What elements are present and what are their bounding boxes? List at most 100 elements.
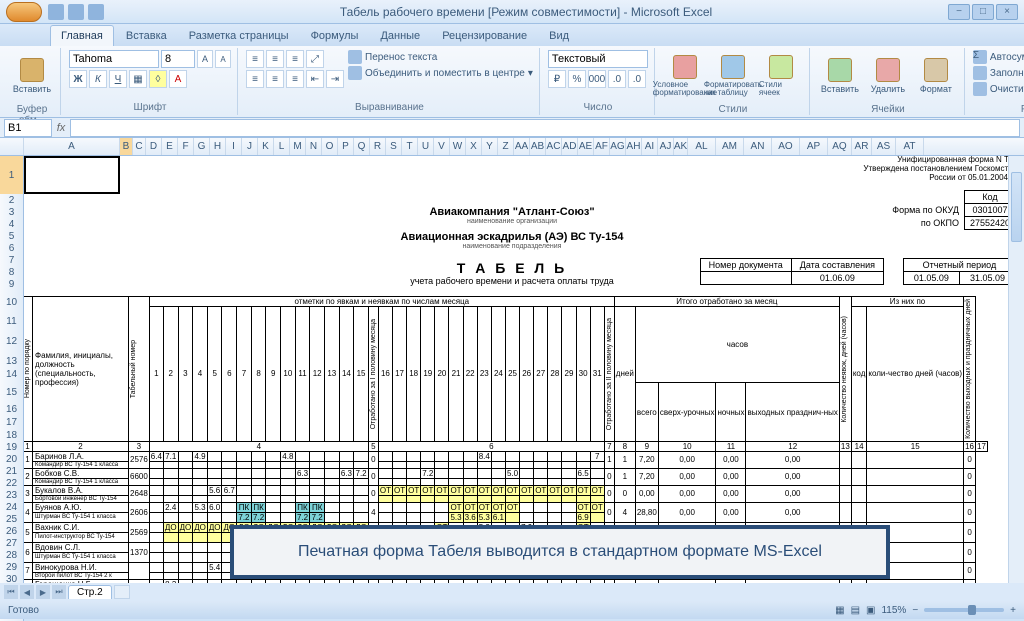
qat-redo-icon[interactable] <box>88 4 104 20</box>
font-color-button[interactable]: A <box>169 70 187 88</box>
col-header-J[interactable]: J <box>242 138 258 155</box>
row-header-27[interactable]: 27 <box>0 537 24 549</box>
row-header-22[interactable]: 22 <box>0 477 24 489</box>
sheet-tab[interactable]: Стр.2 <box>68 585 112 599</box>
delete-cells-button[interactable]: Удалить <box>866 50 910 102</box>
name-box[interactable]: B1 <box>4 119 52 137</box>
office-button[interactable] <box>6 2 42 22</box>
align-left-icon[interactable]: ≡ <box>246 70 264 88</box>
col-header-C[interactable]: C <box>133 138 146 155</box>
ribbon-tab-Данные[interactable]: Данные <box>370 26 430 46</box>
row-header-9[interactable]: 9 <box>0 278 24 290</box>
clear-button[interactable]: Очистить ▾ <box>973 82 1024 96</box>
italic-button[interactable]: К <box>89 70 107 88</box>
new-sheet-button[interactable] <box>114 585 130 599</box>
col-header-AK[interactable]: AK <box>674 138 688 155</box>
orientation-icon[interactable]: ⤢ <box>306 50 324 68</box>
ribbon-tab-Разметка страницы[interactable]: Разметка страницы <box>179 26 299 46</box>
wrap-text-button[interactable]: Перенос текста <box>348 50 533 64</box>
col-header-B[interactable]: B <box>120 138 133 155</box>
sheet-nav-prev-icon[interactable]: ◀ <box>20 585 34 599</box>
col-header-AP[interactable]: AP <box>800 138 828 155</box>
qat-undo-icon[interactable] <box>68 4 84 20</box>
zoom-in-icon[interactable]: + <box>1010 605 1016 616</box>
align-middle-icon[interactable]: ≡ <box>266 50 284 68</box>
row-header-5[interactable]: 5 <box>0 230 24 242</box>
col-header-A[interactable]: A <box>24 138 120 155</box>
maximize-button[interactable]: □ <box>972 4 994 20</box>
sheet-nav-next-icon[interactable]: ▶ <box>36 585 50 599</box>
zoom-percent[interactable]: 115% <box>881 605 906 616</box>
formula-bar[interactable] <box>70 119 1020 137</box>
close-button[interactable]: × <box>996 4 1018 20</box>
row-header-6[interactable]: 6 <box>0 242 24 254</box>
indent-dec-icon[interactable]: ⇤ <box>306 70 324 88</box>
ribbon-tab-Главная[interactable]: Главная <box>50 25 114 46</box>
row-header-24[interactable]: 24 <box>0 501 24 513</box>
conditional-formatting-button[interactable]: Условное форматирование <box>663 50 707 102</box>
vertical-scrollbar[interactable] <box>1008 156 1024 583</box>
row-header-23[interactable]: 23 <box>0 489 24 501</box>
row-header-13[interactable]: 13 <box>0 355 24 368</box>
fx-icon[interactable]: fx <box>52 119 70 137</box>
col-header-F[interactable]: F <box>178 138 194 155</box>
col-header-E[interactable]: E <box>162 138 178 155</box>
row-header-3[interactable]: 3 <box>0 206 24 218</box>
col-header-AQ[interactable]: AQ <box>828 138 852 155</box>
align-center-icon[interactable]: ≡ <box>266 70 284 88</box>
zoom-out-icon[interactable]: − <box>912 605 918 616</box>
underline-button[interactable]: Ч <box>109 70 127 88</box>
shrink-font-icon[interactable]: A <box>215 50 231 68</box>
col-header-AE[interactable]: AE <box>578 138 594 155</box>
row-header-20[interactable]: 20 <box>0 453 24 465</box>
sheet-nav-last-icon[interactable]: ⏭ <box>52 585 66 599</box>
row-header-28[interactable]: 28 <box>0 549 24 561</box>
fill-button[interactable]: Заполнить ▾ <box>973 66 1024 80</box>
row-header-7[interactable]: 7 <box>0 254 24 266</box>
format-as-table-button[interactable]: Форматировать как таблицу <box>711 50 755 102</box>
col-header-AD[interactable]: AD <box>562 138 578 155</box>
increase-decimal-icon[interactable]: .0 <box>608 70 626 88</box>
bold-button[interactable]: Ж <box>69 70 87 88</box>
col-header-AA[interactable]: AA <box>514 138 530 155</box>
zoom-slider[interactable] <box>924 608 1004 612</box>
paste-button[interactable]: Вставить <box>10 50 54 102</box>
row-header-10[interactable]: 10 <box>0 290 24 315</box>
indent-inc-icon[interactable]: ⇥ <box>326 70 344 88</box>
col-header-K[interactable]: K <box>258 138 274 155</box>
row-header-16[interactable]: 16 <box>0 403 24 416</box>
row-header-14[interactable]: 14 <box>0 368 24 381</box>
col-header-T[interactable]: T <box>402 138 418 155</box>
col-header-AL[interactable]: AL <box>688 138 716 155</box>
col-header-W[interactable]: W <box>450 138 466 155</box>
col-header-R[interactable]: R <box>370 138 386 155</box>
row-header-17[interactable]: 17 <box>0 416 24 429</box>
row-header-8[interactable]: 8 <box>0 266 24 278</box>
font-size-dropdown[interactable]: 8 <box>161 50 195 68</box>
row-header-12[interactable]: 12 <box>0 328 24 355</box>
col-header-D[interactable]: D <box>146 138 162 155</box>
merge-center-button[interactable]: Объединить и поместить в центре ▾ <box>348 66 533 80</box>
col-header-AR[interactable]: AR <box>852 138 872 155</box>
percent-icon[interactable]: % <box>568 70 586 88</box>
comma-icon[interactable]: 000 <box>588 70 606 88</box>
row-header-1[interactable]: 1 <box>0 156 24 194</box>
cell-styles-button[interactable]: Стили ячеек <box>759 50 803 102</box>
row-header-2[interactable]: 2 <box>0 194 24 206</box>
col-header-AN[interactable]: AN <box>744 138 772 155</box>
ribbon-tab-Вид[interactable]: Вид <box>539 26 579 46</box>
align-top-icon[interactable]: ≡ <box>246 50 264 68</box>
row-header-25[interactable]: 25 <box>0 513 24 525</box>
number-format-dropdown[interactable]: Текстовый <box>548 50 648 68</box>
row-header-19[interactable]: 19 <box>0 441 24 453</box>
col-header-I[interactable]: I <box>226 138 242 155</box>
col-header-M[interactable]: M <box>290 138 306 155</box>
currency-icon[interactable]: ₽ <box>548 70 566 88</box>
grow-font-icon[interactable]: A <box>197 50 213 68</box>
row-header-15[interactable]: 15 <box>0 381 24 403</box>
insert-cells-button[interactable]: Вставить <box>818 50 862 102</box>
col-header-Z[interactable]: Z <box>498 138 514 155</box>
col-header-AF[interactable]: AF <box>594 138 610 155</box>
col-header-N[interactable]: N <box>306 138 322 155</box>
row-header-29[interactable]: 29 <box>0 561 24 573</box>
